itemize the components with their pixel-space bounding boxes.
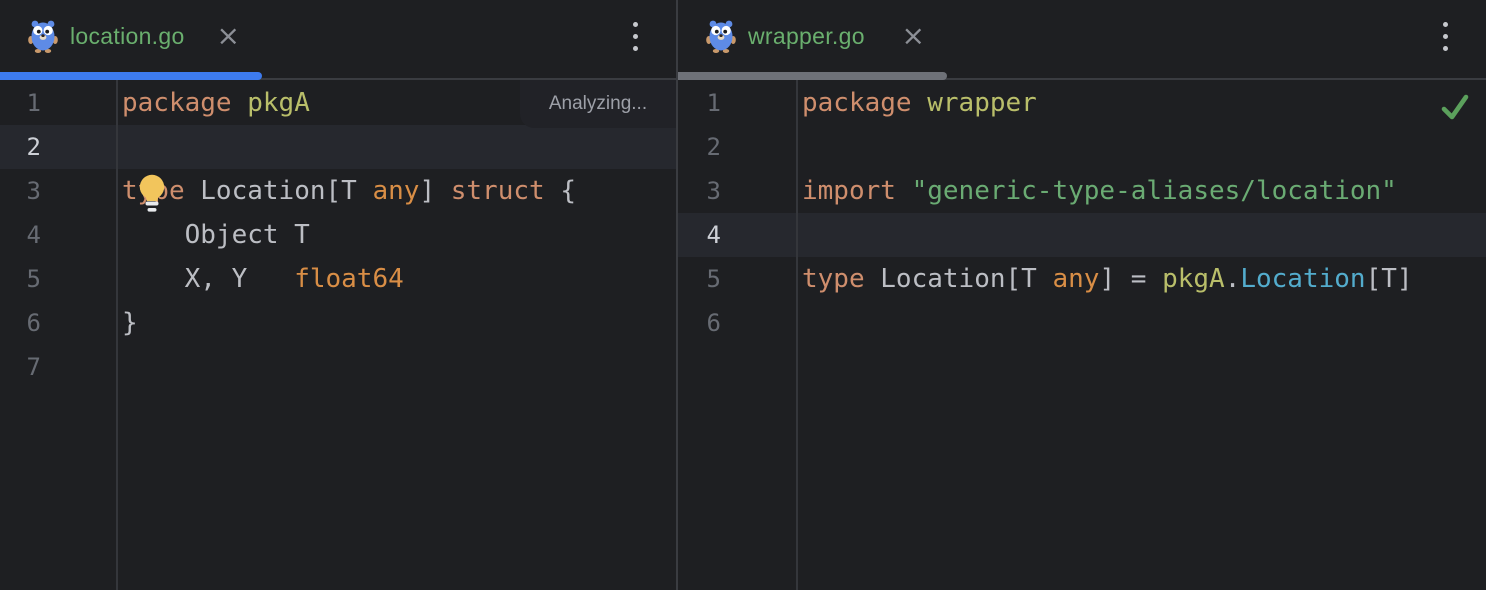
code-line[interactable]: package wrapper — [797, 81, 1486, 125]
code-token: import — [802, 176, 896, 206]
code-token: float64 — [294, 264, 404, 294]
editor-rows: 1package wrapper23import "generic-type-a… — [678, 81, 1486, 590]
analyzing-status-label: Analyzing... — [549, 93, 647, 115]
go-gopher-icon — [706, 19, 736, 53]
code-token: pkgA — [247, 88, 310, 118]
close-icon[interactable]: × — [902, 22, 925, 50]
code-token: Object T — [122, 220, 310, 250]
code-line[interactable]: X, Y float64 — [117, 257, 676, 301]
code-token — [232, 88, 248, 118]
inspections-ok-checkmark-icon[interactable] — [1438, 90, 1472, 124]
analyzing-status-badge: Analyzing... — [520, 80, 676, 128]
line-number: 6 — [0, 301, 117, 345]
code-token: } — [122, 308, 138, 338]
line-number: 4 — [678, 213, 797, 257]
tab-underline — [0, 72, 262, 80]
editor-pane-left: location.go × 1package pkgA 23type Locati… — [0, 0, 676, 590]
editor-rows: 1package pkgA 23type Location[T any] stru… — [0, 81, 676, 590]
code-row-3[interactable]: 3import "generic-type-aliases/location" — [678, 169, 1486, 213]
tab-wrapper-go[interactable]: wrapper.go × — [678, 0, 947, 72]
code-token: any — [372, 176, 419, 206]
tab-underline-row — [678, 72, 1486, 80]
tab-underline — [678, 72, 947, 80]
go-gopher-icon — [28, 19, 58, 53]
tab-location-go[interactable]: location.go × — [0, 0, 262, 72]
ide-split-editor-window: location.go × 1package pkgA23type Locati… — [0, 0, 1486, 590]
code-line[interactable]: type Location[T any] = pkgA.Location[T] — [797, 257, 1486, 301]
code-token: any — [1052, 264, 1099, 294]
line-number: 6 — [678, 301, 797, 345]
code-token: struct — [451, 176, 545, 206]
line-number: 5 — [678, 257, 797, 301]
kebab-menu-icon[interactable] — [1437, 16, 1454, 57]
tab-bar-left: location.go × — [0, 0, 676, 72]
code-token — [912, 88, 928, 118]
line-number: 1 — [678, 81, 797, 125]
line-number: 2 — [678, 125, 797, 169]
code-token: [T] — [1366, 264, 1413, 294]
code-line[interactable]: Object T — [117, 213, 676, 257]
code-editor-location-go[interactable]: 1package pkgA 23type Location[T any] stru… — [0, 80, 676, 590]
code-token: type — [802, 264, 865, 294]
line-number: 4 — [0, 213, 117, 257]
code-row-4[interactable]: 4 — [678, 213, 1486, 257]
code-token: "generic-type-aliases/location" — [912, 176, 1397, 206]
line-number: 5 — [0, 257, 117, 301]
code-token: Location[T — [880, 264, 1052, 294]
code-line[interactable]: } — [117, 301, 676, 345]
gutter-separator — [796, 80, 798, 590]
code-token: Location — [1240, 264, 1365, 294]
line-number: 3 — [0, 169, 117, 213]
tab-underline-row — [0, 72, 676, 80]
code-row-6[interactable]: 6 — [678, 301, 1486, 345]
line-number: 1 — [0, 81, 117, 125]
gutter-separator — [116, 80, 118, 590]
code-token: pkgA — [1162, 264, 1225, 294]
code-row-2[interactable]: 2 — [678, 125, 1486, 169]
code-token — [865, 264, 881, 294]
code-editor-wrapper-go[interactable]: 1package wrapper23import "generic-type-a… — [678, 80, 1486, 590]
code-row-5[interactable]: 5type Location[T any] = pkgA.Location[T] — [678, 257, 1486, 301]
code-line[interactable]: type Location[T any] struct { — [117, 169, 676, 213]
line-number: 3 — [678, 169, 797, 213]
close-icon[interactable]: × — [217, 22, 240, 50]
code-row-7[interactable]: 7 — [0, 345, 676, 389]
tab-label: wrapper.go — [748, 23, 865, 50]
code-row-2[interactable]: 2 — [0, 125, 676, 169]
code-token: . — [1225, 264, 1241, 294]
code-row-3[interactable]: 3type Location[T any] struct { — [0, 169, 676, 213]
line-number: 7 — [0, 345, 117, 389]
kebab-menu-icon[interactable] — [627, 16, 644, 57]
code-token: wrapper — [927, 88, 1037, 118]
intention-lightbulb-icon[interactable] — [136, 172, 168, 214]
tab-bar-right: wrapper.go × — [678, 0, 1486, 72]
code-token — [896, 176, 912, 206]
code-token: ] = — [1099, 264, 1162, 294]
code-row-5[interactable]: 5 X, Y float64 — [0, 257, 676, 301]
code-token: package — [122, 88, 232, 118]
code-token — [185, 176, 201, 206]
editor-pane-right: wrapper.go × 1package wrapper23import "g… — [678, 0, 1486, 590]
code-token: Location[T — [200, 176, 372, 206]
code-line[interactable]: import "generic-type-aliases/location" — [797, 169, 1486, 213]
code-row-1[interactable]: 1package wrapper — [678, 81, 1486, 125]
line-number: 2 — [0, 125, 117, 169]
code-token: X, Y — [122, 264, 294, 294]
code-token: package — [802, 88, 912, 118]
code-row-6[interactable]: 6} — [0, 301, 676, 345]
tab-label: location.go — [70, 23, 185, 50]
code-token: { — [545, 176, 576, 206]
code-row-4[interactable]: 4 Object T — [0, 213, 676, 257]
code-token: ] — [419, 176, 450, 206]
